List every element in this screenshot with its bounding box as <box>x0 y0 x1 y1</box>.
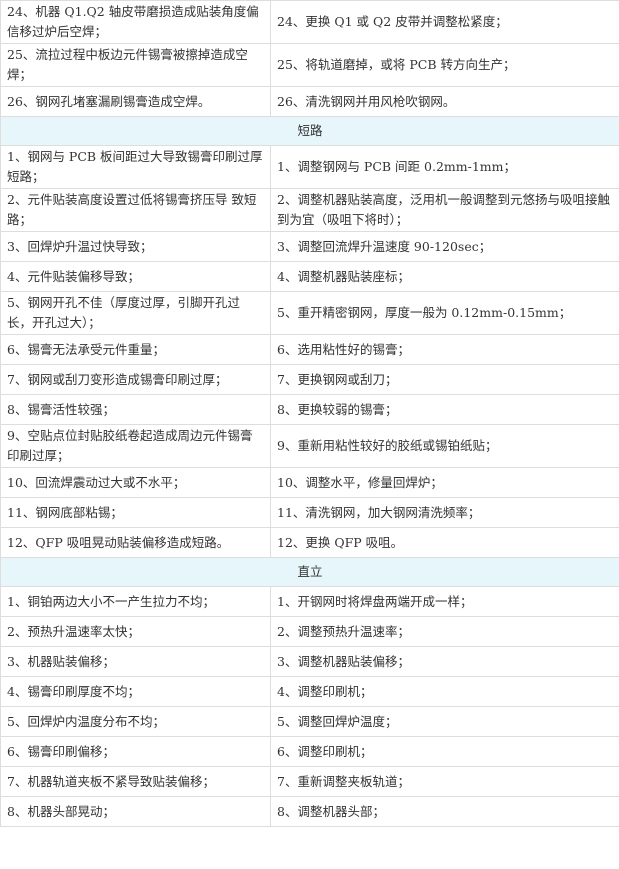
solution-cell: 4、调整机器贴装座标； <box>270 261 619 292</box>
solution-cell: 9、重新用粘性较好的胶纸或锡铂纸贴； <box>270 424 619 468</box>
solution-cell: 5、重开精密钢网，厚度一般为 0.12mm-0.15mm； <box>270 291 619 335</box>
table-row: 8、机器头部晃动； 8、调整机器头部； <box>0 796 619 827</box>
solution-cell: 5、调整回焊炉温度； <box>270 706 619 737</box>
table-row: 6、锡膏印刷偏移； 6、调整印刷机； <box>0 736 619 767</box>
solution-cell: 11、清洗钢网，加大钢网清洗频率； <box>270 497 619 528</box>
table-row: 5、钢网开孔不佳（厚度过厚，引脚开孔过长，开孔过大）； 5、重开精密钢网，厚度一般… <box>0 291 619 335</box>
solution-cell: 26、清洗钢网并用风枪吹钢网。 <box>270 86 619 117</box>
cause-cell: 6、锡膏无法承受元件重量； <box>0 334 271 365</box>
solution-cell: 7、重新调整夹板轨道； <box>270 766 619 797</box>
solution-cell: 10、调整水平，修量回焊炉； <box>270 467 619 498</box>
table-row: 9、空贴点位封贴胶纸卷起造成周边元件锡膏印刷过厚； 9、重新用粘性较好的胶纸或锡铂… <box>0 424 619 468</box>
table-row: 8、锡膏活性较强； 8、更换较弱的锡膏； <box>0 394 619 425</box>
solution-cell: 8、更换较弱的锡膏； <box>270 394 619 425</box>
solution-cell: 7、更换钢网或刮刀； <box>270 364 619 395</box>
cause-cell: 8、机器头部晃动； <box>0 796 271 827</box>
cause-cell: 3、机器贴装偏移； <box>0 646 271 677</box>
cause-cell: 6、锡膏印刷偏移； <box>0 736 271 767</box>
solution-cell: 12、更换 QFP 吸咀。 <box>270 527 619 558</box>
solution-cell: 24、更换 Q1 或 Q2 皮带并调整松紧度； <box>270 0 619 44</box>
table-row: 7、机器轨道夹板不紧导致贴装偏移； 7、重新调整夹板轨道； <box>0 766 619 797</box>
solution-cell: 6、选用粘性好的锡膏； <box>270 334 619 365</box>
table-row: 1、钢网与 PCB 板间距过大导致锡膏印刷过厚短路； 1、调整钢网与 PCB 间距… <box>0 145 619 189</box>
table-row: 10、回流焊震动过大或不水平； 10、调整水平，修量回焊炉； <box>0 467 619 498</box>
table-row: 26、钢网孔堵塞漏刷锡膏造成空焊。 26、清洗钢网并用风枪吹钢网。 <box>0 86 619 117</box>
table-row: 25、流拉过程中板边元件锡膏被擦掉造成空焊； 25、将轨道磨掉，或将 PCB 转方… <box>0 43 619 87</box>
solution-cell: 6、调整印刷机； <box>270 736 619 767</box>
table-row: 5、回焊炉内温度分布不均； 5、调整回焊炉温度； <box>0 706 619 737</box>
table-row: 12、QFP 吸咀晃动贴装偏移造成短路。 12、更换 QFP 吸咀。 <box>0 527 619 558</box>
cause-cell: 2、元件贴装高度设置过低将锡膏挤压导 致短路； <box>0 188 271 232</box>
cause-cell: 26、钢网孔堵塞漏刷锡膏造成空焊。 <box>0 86 271 117</box>
solution-cell: 25、将轨道磨掉，或将 PCB 转方向生产； <box>270 43 619 87</box>
cause-cell: 3、回焊炉升温过快导致； <box>0 231 271 262</box>
cause-cell: 12、QFP 吸咀晃动贴装偏移造成短路。 <box>0 527 271 558</box>
table-row: 4、元件贴装偏移导致； 4、调整机器贴装座标； <box>0 261 619 292</box>
section-title: 短路 <box>0 116 619 146</box>
table-row: 7、钢网或刮刀变形造成锡膏印刷过厚； 7、更换钢网或刮刀； <box>0 364 619 395</box>
cause-cell: 7、钢网或刮刀变形造成锡膏印刷过厚； <box>0 364 271 395</box>
table-body: 24、机器 Q1.Q2 轴皮带磨损造成贴装角度偏信移过炉后空焊； 24、更换 Q1… <box>0 0 619 827</box>
solution-cell: 3、调整回流焊升温速度 90-120sec； <box>270 231 619 262</box>
section-header-row: 短路 <box>0 116 619 146</box>
cause-cell: 1、钢网与 PCB 板间距过大导致锡膏印刷过厚短路； <box>0 145 271 189</box>
solution-cell: 2、调整预热升温速率； <box>270 616 619 647</box>
cause-cell: 1、铜铂两边大小不一产生拉力不均； <box>0 586 271 617</box>
solution-cell: 3、调整机器贴装偏移； <box>270 646 619 677</box>
solution-cell: 4、调整印刷机； <box>270 676 619 707</box>
table-row: 1、铜铂两边大小不一产生拉力不均； 1、开钢网时将焊盘两端开成一样； <box>0 586 619 617</box>
defect-solution-table: 24、机器 Q1.Q2 轴皮带磨损造成贴装角度偏信移过炉后空焊； 24、更换 Q1… <box>0 0 619 827</box>
table-row: 4、锡膏印刷厚度不均； 4、调整印刷机； <box>0 676 619 707</box>
cause-cell: 4、锡膏印刷厚度不均； <box>0 676 271 707</box>
cause-cell: 2、预热升温速率太快； <box>0 616 271 647</box>
table-row: 2、预热升温速率太快； 2、调整预热升温速率； <box>0 616 619 647</box>
solution-cell: 8、调整机器头部； <box>270 796 619 827</box>
cause-cell: 11、钢网底部粘锡； <box>0 497 271 528</box>
cause-cell: 8、锡膏活性较强； <box>0 394 271 425</box>
solution-cell: 1、开钢网时将焊盘两端开成一样； <box>270 586 619 617</box>
cause-cell: 10、回流焊震动过大或不水平； <box>0 467 271 498</box>
table-row: 24、机器 Q1.Q2 轴皮带磨损造成贴装角度偏信移过炉后空焊； 24、更换 Q1… <box>0 0 619 44</box>
cause-cell: 7、机器轨道夹板不紧导致贴装偏移； <box>0 766 271 797</box>
table-row: 3、回焊炉升温过快导致； 3、调整回流焊升温速度 90-120sec； <box>0 231 619 262</box>
table-row: 11、钢网底部粘锡； 11、清洗钢网，加大钢网清洗频率； <box>0 497 619 528</box>
cause-cell: 25、流拉过程中板边元件锡膏被擦掉造成空焊； <box>0 43 271 87</box>
table-row: 3、机器贴装偏移； 3、调整机器贴装偏移； <box>0 646 619 677</box>
cause-cell: 5、回焊炉内温度分布不均； <box>0 706 271 737</box>
cause-cell: 5、钢网开孔不佳（厚度过厚，引脚开孔过长，开孔过大）； <box>0 291 271 335</box>
solution-cell: 2、调整机器贴装高度，泛用机一般调整到元悠扬与吸咀接触到为宜（吸咀下将时）； <box>270 188 619 232</box>
table-row: 2、元件贴装高度设置过低将锡膏挤压导 致短路； 2、调整机器贴装高度，泛用机一般调… <box>0 188 619 232</box>
cause-cell: 9、空贴点位封贴胶纸卷起造成周边元件锡膏印刷过厚； <box>0 424 271 468</box>
cause-cell: 24、机器 Q1.Q2 轴皮带磨损造成贴装角度偏信移过炉后空焊； <box>0 0 271 44</box>
section-header-row: 直立 <box>0 557 619 587</box>
solution-cell: 1、调整钢网与 PCB 间距 0.2mm-1mm； <box>270 145 619 189</box>
cause-cell: 4、元件贴装偏移导致； <box>0 261 271 292</box>
section-title: 直立 <box>0 557 619 587</box>
table-row: 6、锡膏无法承受元件重量； 6、选用粘性好的锡膏； <box>0 334 619 365</box>
